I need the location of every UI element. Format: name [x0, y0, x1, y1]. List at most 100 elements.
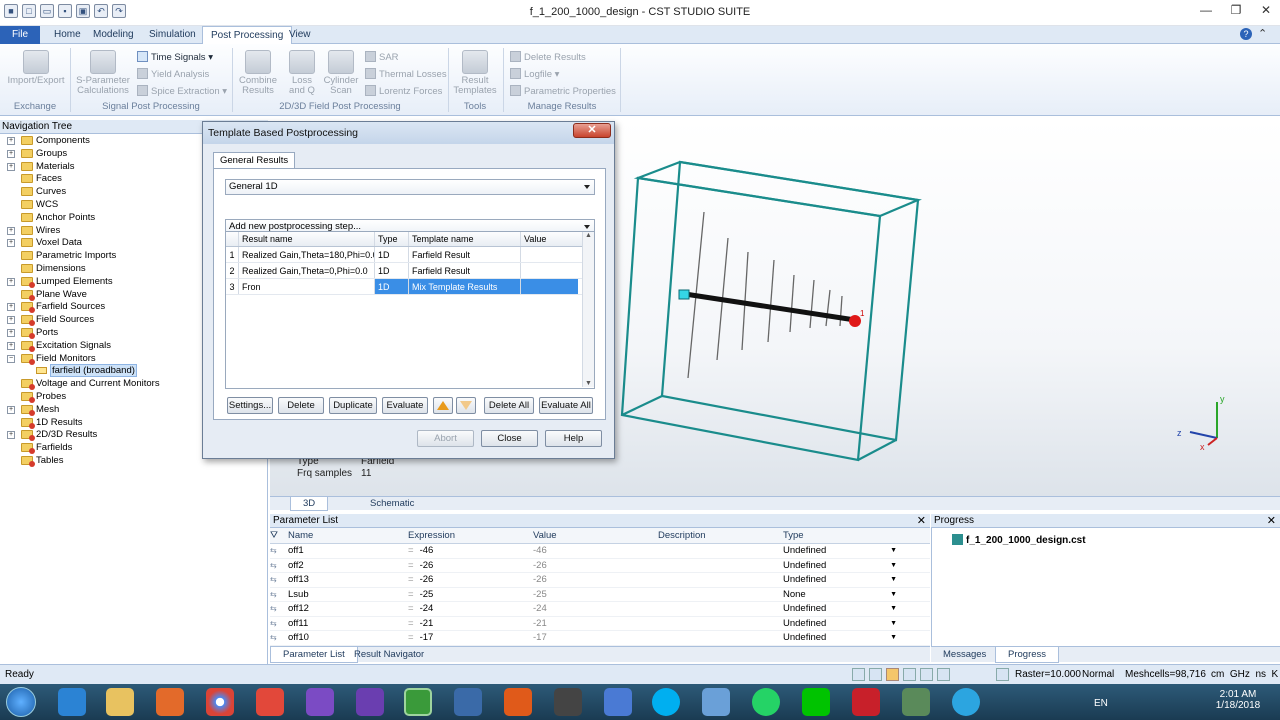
line-icon[interactable] [802, 688, 830, 716]
type-cell[interactable]: 1D [375, 247, 409, 262]
expand-icon[interactable]: + [7, 431, 15, 440]
param-description[interactable] [658, 544, 783, 558]
import-export-button[interactable]: Import/Export [6, 50, 66, 86]
chevron-down-icon[interactable]: ▼ [890, 573, 897, 587]
value-cell[interactable] [521, 247, 578, 262]
grid-header-cell[interactable]: Type [375, 232, 409, 246]
whatsapp-icon[interactable] [752, 688, 780, 716]
value-cell[interactable] [521, 263, 578, 278]
restore-icon[interactable]: ❐ [1222, 0, 1250, 20]
column-header[interactable]: Expression [408, 528, 533, 543]
thermal-losses-button[interactable]: Thermal Losses [365, 66, 447, 83]
dialog-close-icon[interactable]: ✕ [573, 123, 611, 138]
sar-button[interactable]: SAR [365, 49, 447, 66]
clock[interactable]: 2:01 AM 1/18/2018 [1214, 689, 1262, 711]
loss-and-q-button[interactable]: Loss and Q [284, 50, 320, 96]
delete-all-button[interactable]: Delete All [484, 397, 534, 414]
chrome-icon[interactable] [206, 688, 234, 716]
expand-icon[interactable]: + [7, 239, 15, 248]
tab-messages[interactable]: Messages [931, 647, 998, 663]
tab-file[interactable]: File [0, 26, 40, 44]
media-player-icon[interactable] [156, 688, 184, 716]
tab-schematic[interactable]: Schematic [358, 497, 426, 511]
spice-extraction-button[interactable]: Spice Extraction ▾ [137, 83, 227, 100]
param-name[interactable]: off1 [288, 544, 408, 558]
param-expression[interactable]: = -26 [408, 559, 533, 573]
param-description[interactable] [658, 617, 783, 631]
cylinder-scan-button[interactable]: Cylinder Scan [322, 50, 360, 96]
project-file-item[interactable]: f_1_200_1000_design.cst [952, 534, 1086, 546]
column-header[interactable]: Name [288, 528, 408, 543]
result-templates-button[interactable]: Result Templates [452, 50, 498, 96]
param-expression[interactable]: = -24 [408, 602, 533, 616]
param-name[interactable]: Lsub [288, 588, 408, 602]
help-button[interactable]: Help [545, 430, 602, 447]
param-type[interactable]: Undefined ▼ [783, 617, 903, 631]
lorentz-forces-button[interactable]: Lorentz Forces [365, 83, 447, 100]
filter-icon[interactable]: ⛛ [270, 528, 288, 543]
chevron-down-icon[interactable]: ▼ [890, 544, 897, 558]
evaluate-all-button[interactable]: Evaluate All [539, 397, 593, 414]
grid-header-cell[interactable]: Template name [409, 232, 521, 246]
expand-icon[interactable]: + [7, 162, 15, 171]
expand-icon[interactable]: + [7, 226, 15, 235]
app-icon-5[interactable] [554, 688, 582, 716]
expand-icon[interactable]: + [7, 316, 15, 325]
solidworks-icon[interactable] [852, 688, 880, 716]
param-expression[interactable]: = -25 [408, 588, 533, 602]
param-description[interactable] [658, 602, 783, 616]
tab-progress[interactable]: Progress [995, 647, 1060, 663]
type-cell[interactable]: 1D [375, 263, 409, 278]
template-name-cell[interactable]: Mix Template Results [409, 279, 521, 294]
result-name-cell[interactable]: Realized Gain,Theta=0,Phi=0.0 [239, 263, 375, 278]
param-type[interactable]: None ▼ [783, 588, 903, 602]
app-icon-7[interactable] [702, 688, 730, 716]
tab-home[interactable]: Home [46, 26, 89, 44]
grid-row[interactable]: 2 Realized Gain,Theta=0,Phi=0.0 1D Farfi… [226, 263, 594, 279]
param-description[interactable] [658, 573, 783, 587]
front-view-icon[interactable] [920, 668, 933, 681]
telegram-icon[interactable] [952, 688, 980, 716]
param-type[interactable]: Undefined ▼ [783, 559, 903, 573]
expand-icon[interactable]: + [7, 303, 15, 312]
skype-icon[interactable] [652, 688, 680, 716]
explorer-icon[interactable] [106, 688, 134, 716]
ribbon-collapse-icon[interactable]: ⌃ [1258, 27, 1267, 40]
table-row[interactable]: ⇆ off2 = -26 -26 Undefined ▼ [270, 559, 930, 573]
table-row[interactable]: ⇆ off12 = -24 -24 Undefined ▼ [270, 602, 930, 617]
tab-3d[interactable]: 3D [290, 497, 329, 511]
expand-icon[interactable]: + [7, 341, 15, 350]
scroll-down-icon[interactable]: ▼ [583, 380, 594, 387]
results-grid[interactable]: Result name Type Template name Value 1 Real… [225, 231, 595, 389]
chevron-down-icon[interactable]: ▼ [890, 602, 897, 616]
minimize-icon[interactable]: — [1192, 0, 1220, 20]
app-icon-6[interactable] [604, 688, 632, 716]
result-name-cell[interactable]: Fron [239, 279, 375, 294]
tab-simulation[interactable]: Simulation [141, 26, 204, 44]
s-parameter-button[interactable]: S-Parameter Calculations [74, 50, 132, 96]
move-up-button[interactable] [433, 397, 453, 414]
param-expression[interactable]: = -46 [408, 544, 533, 558]
tab-post-processing[interactable]: Post Processing [202, 26, 293, 44]
logfile-button[interactable]: Logfile ▾ [510, 66, 616, 83]
app-icon-3[interactable] [356, 688, 384, 716]
param-name[interactable]: off10 [288, 631, 408, 645]
template-name-cell[interactable]: Farfield Result [409, 263, 521, 278]
abort-button[interactable]: Abort [417, 430, 474, 447]
help-icon[interactable]: ? [1240, 28, 1252, 40]
matlab-icon[interactable] [504, 688, 532, 716]
column-header[interactable]: Description [658, 528, 783, 543]
wireframe-icon[interactable] [937, 668, 950, 681]
zoom-icon[interactable] [852, 668, 865, 681]
param-name[interactable]: off2 [288, 559, 408, 573]
time-signals-button[interactable]: Time Signals ▾ [137, 49, 227, 66]
delete-button[interactable]: Delete [278, 397, 324, 414]
chevron-down-icon[interactable]: ▼ [890, 588, 897, 602]
param-expression[interactable]: = -26 [408, 573, 533, 587]
close-parameter-list-icon[interactable]: ✕ [917, 514, 926, 528]
param-description[interactable] [658, 631, 783, 645]
chevron-down-icon[interactable]: ▼ [890, 631, 897, 645]
result-type-combo[interactable]: General 1D [225, 179, 595, 195]
table-row[interactable]: ⇆ off1 = -46 -46 Undefined ▼ [270, 544, 930, 559]
tab-result-navigator[interactable]: Result Navigator [342, 647, 436, 663]
